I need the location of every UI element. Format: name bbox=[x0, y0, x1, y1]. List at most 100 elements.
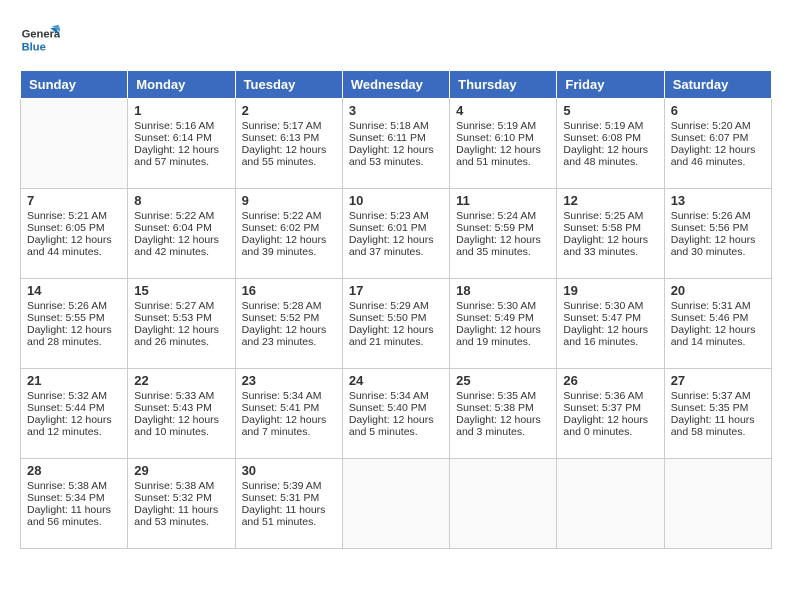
cell-info: Sunrise: 5:34 AM bbox=[349, 390, 443, 402]
cell-info: Sunset: 5:58 PM bbox=[563, 222, 657, 234]
cell-info: Daylight: 12 hours bbox=[349, 324, 443, 336]
svg-text:Blue: Blue bbox=[22, 41, 46, 53]
cell-info: Sunset: 5:47 PM bbox=[563, 312, 657, 324]
cell-date: 16 bbox=[242, 283, 336, 298]
logo-icon: General Blue bbox=[20, 20, 60, 60]
cell-info: Daylight: 11 hours bbox=[134, 504, 228, 516]
cell-info: Sunset: 6:05 PM bbox=[27, 222, 121, 234]
cell-info: Sunset: 5:53 PM bbox=[134, 312, 228, 324]
cell-info: and 42 minutes. bbox=[134, 246, 228, 258]
cell-info: Daylight: 11 hours bbox=[671, 414, 765, 426]
calendar-cell: 9Sunrise: 5:22 AMSunset: 6:02 PMDaylight… bbox=[235, 189, 342, 279]
calendar-cell: 18Sunrise: 5:30 AMSunset: 5:49 PMDayligh… bbox=[450, 279, 557, 369]
cell-info: Sunrise: 5:29 AM bbox=[349, 300, 443, 312]
cell-info: and 44 minutes. bbox=[27, 246, 121, 258]
calendar-cell: 26Sunrise: 5:36 AMSunset: 5:37 PMDayligh… bbox=[557, 369, 664, 459]
cell-date: 25 bbox=[456, 373, 550, 388]
cell-info: Sunset: 5:46 PM bbox=[671, 312, 765, 324]
day-header-wednesday: Wednesday bbox=[342, 71, 449, 99]
calendar-cell bbox=[557, 459, 664, 549]
cell-date: 13 bbox=[671, 193, 765, 208]
calendar-cell: 7Sunrise: 5:21 AMSunset: 6:05 PMDaylight… bbox=[21, 189, 128, 279]
cell-info: Sunset: 5:35 PM bbox=[671, 402, 765, 414]
cell-info: Sunrise: 5:17 AM bbox=[242, 120, 336, 132]
calendar-cell: 28Sunrise: 5:38 AMSunset: 5:34 PMDayligh… bbox=[21, 459, 128, 549]
cell-info: Sunrise: 5:38 AM bbox=[27, 480, 121, 492]
cell-info: and 58 minutes. bbox=[671, 426, 765, 438]
cell-info: and 55 minutes. bbox=[242, 156, 336, 168]
cell-info: and 5 minutes. bbox=[349, 426, 443, 438]
cell-info: Sunset: 5:52 PM bbox=[242, 312, 336, 324]
cell-date: 5 bbox=[563, 103, 657, 118]
cell-info: Sunrise: 5:23 AM bbox=[349, 210, 443, 222]
cell-date: 19 bbox=[563, 283, 657, 298]
cell-info: Sunset: 5:59 PM bbox=[456, 222, 550, 234]
calendar-cell: 12Sunrise: 5:25 AMSunset: 5:58 PMDayligh… bbox=[557, 189, 664, 279]
cell-info: and 23 minutes. bbox=[242, 336, 336, 348]
cell-info: Sunrise: 5:37 AM bbox=[671, 390, 765, 402]
cell-date: 30 bbox=[242, 463, 336, 478]
cell-info: and 10 minutes. bbox=[134, 426, 228, 438]
cell-info: Sunset: 5:41 PM bbox=[242, 402, 336, 414]
cell-date: 14 bbox=[27, 283, 121, 298]
cell-info: Sunrise: 5:28 AM bbox=[242, 300, 336, 312]
logo: General Blue bbox=[20, 20, 60, 60]
day-header-saturday: Saturday bbox=[664, 71, 771, 99]
cell-info: Sunset: 6:08 PM bbox=[563, 132, 657, 144]
cell-info: Sunset: 5:37 PM bbox=[563, 402, 657, 414]
calendar-cell: 29Sunrise: 5:38 AMSunset: 5:32 PMDayligh… bbox=[128, 459, 235, 549]
cell-date: 26 bbox=[563, 373, 657, 388]
calendar-cell: 8Sunrise: 5:22 AMSunset: 6:04 PMDaylight… bbox=[128, 189, 235, 279]
cell-info: Sunrise: 5:25 AM bbox=[563, 210, 657, 222]
cell-info: Sunrise: 5:19 AM bbox=[456, 120, 550, 132]
cell-info: Sunset: 5:43 PM bbox=[134, 402, 228, 414]
cell-date: 11 bbox=[456, 193, 550, 208]
cell-info: Sunset: 6:02 PM bbox=[242, 222, 336, 234]
cell-info: Sunset: 6:07 PM bbox=[671, 132, 765, 144]
cell-date: 10 bbox=[349, 193, 443, 208]
cell-info: Daylight: 12 hours bbox=[456, 144, 550, 156]
calendar-cell: 6Sunrise: 5:20 AMSunset: 6:07 PMDaylight… bbox=[664, 99, 771, 189]
calendar-cell: 22Sunrise: 5:33 AMSunset: 5:43 PMDayligh… bbox=[128, 369, 235, 459]
cell-date: 3 bbox=[349, 103, 443, 118]
calendar-cell: 17Sunrise: 5:29 AMSunset: 5:50 PMDayligh… bbox=[342, 279, 449, 369]
cell-info: and 51 minutes. bbox=[456, 156, 550, 168]
cell-info: and 51 minutes. bbox=[242, 516, 336, 528]
cell-info: Daylight: 11 hours bbox=[27, 504, 121, 516]
cell-info: Daylight: 12 hours bbox=[563, 324, 657, 336]
cell-date: 6 bbox=[671, 103, 765, 118]
cell-info: Sunset: 6:10 PM bbox=[456, 132, 550, 144]
cell-info: Daylight: 12 hours bbox=[563, 234, 657, 246]
calendar-cell bbox=[342, 459, 449, 549]
cell-info: Sunrise: 5:19 AM bbox=[563, 120, 657, 132]
cell-info: and 56 minutes. bbox=[27, 516, 121, 528]
cell-info: Daylight: 12 hours bbox=[242, 414, 336, 426]
cell-info: Sunrise: 5:32 AM bbox=[27, 390, 121, 402]
cell-date: 29 bbox=[134, 463, 228, 478]
calendar-cell: 2Sunrise: 5:17 AMSunset: 6:13 PMDaylight… bbox=[235, 99, 342, 189]
cell-info: and 53 minutes. bbox=[349, 156, 443, 168]
cell-info: Daylight: 12 hours bbox=[27, 414, 121, 426]
cell-date: 20 bbox=[671, 283, 765, 298]
cell-info: Daylight: 11 hours bbox=[242, 504, 336, 516]
cell-info: Daylight: 12 hours bbox=[456, 324, 550, 336]
cell-info: Daylight: 12 hours bbox=[134, 144, 228, 156]
calendar-cell: 15Sunrise: 5:27 AMSunset: 5:53 PMDayligh… bbox=[128, 279, 235, 369]
cell-info: Sunrise: 5:30 AM bbox=[563, 300, 657, 312]
cell-date: 22 bbox=[134, 373, 228, 388]
cell-info: and 0 minutes. bbox=[563, 426, 657, 438]
cell-date: 24 bbox=[349, 373, 443, 388]
cell-date: 8 bbox=[134, 193, 228, 208]
calendar-cell: 23Sunrise: 5:34 AMSunset: 5:41 PMDayligh… bbox=[235, 369, 342, 459]
cell-info: Sunrise: 5:21 AM bbox=[27, 210, 121, 222]
cell-info: and 21 minutes. bbox=[349, 336, 443, 348]
cell-date: 27 bbox=[671, 373, 765, 388]
cell-info: Daylight: 12 hours bbox=[456, 414, 550, 426]
cell-info: Sunset: 5:56 PM bbox=[671, 222, 765, 234]
calendar-cell: 16Sunrise: 5:28 AMSunset: 5:52 PMDayligh… bbox=[235, 279, 342, 369]
cell-info: and 46 minutes. bbox=[671, 156, 765, 168]
cell-info: Sunrise: 5:26 AM bbox=[671, 210, 765, 222]
cell-date: 21 bbox=[27, 373, 121, 388]
cell-info: Sunrise: 5:18 AM bbox=[349, 120, 443, 132]
cell-info: Sunset: 5:55 PM bbox=[27, 312, 121, 324]
